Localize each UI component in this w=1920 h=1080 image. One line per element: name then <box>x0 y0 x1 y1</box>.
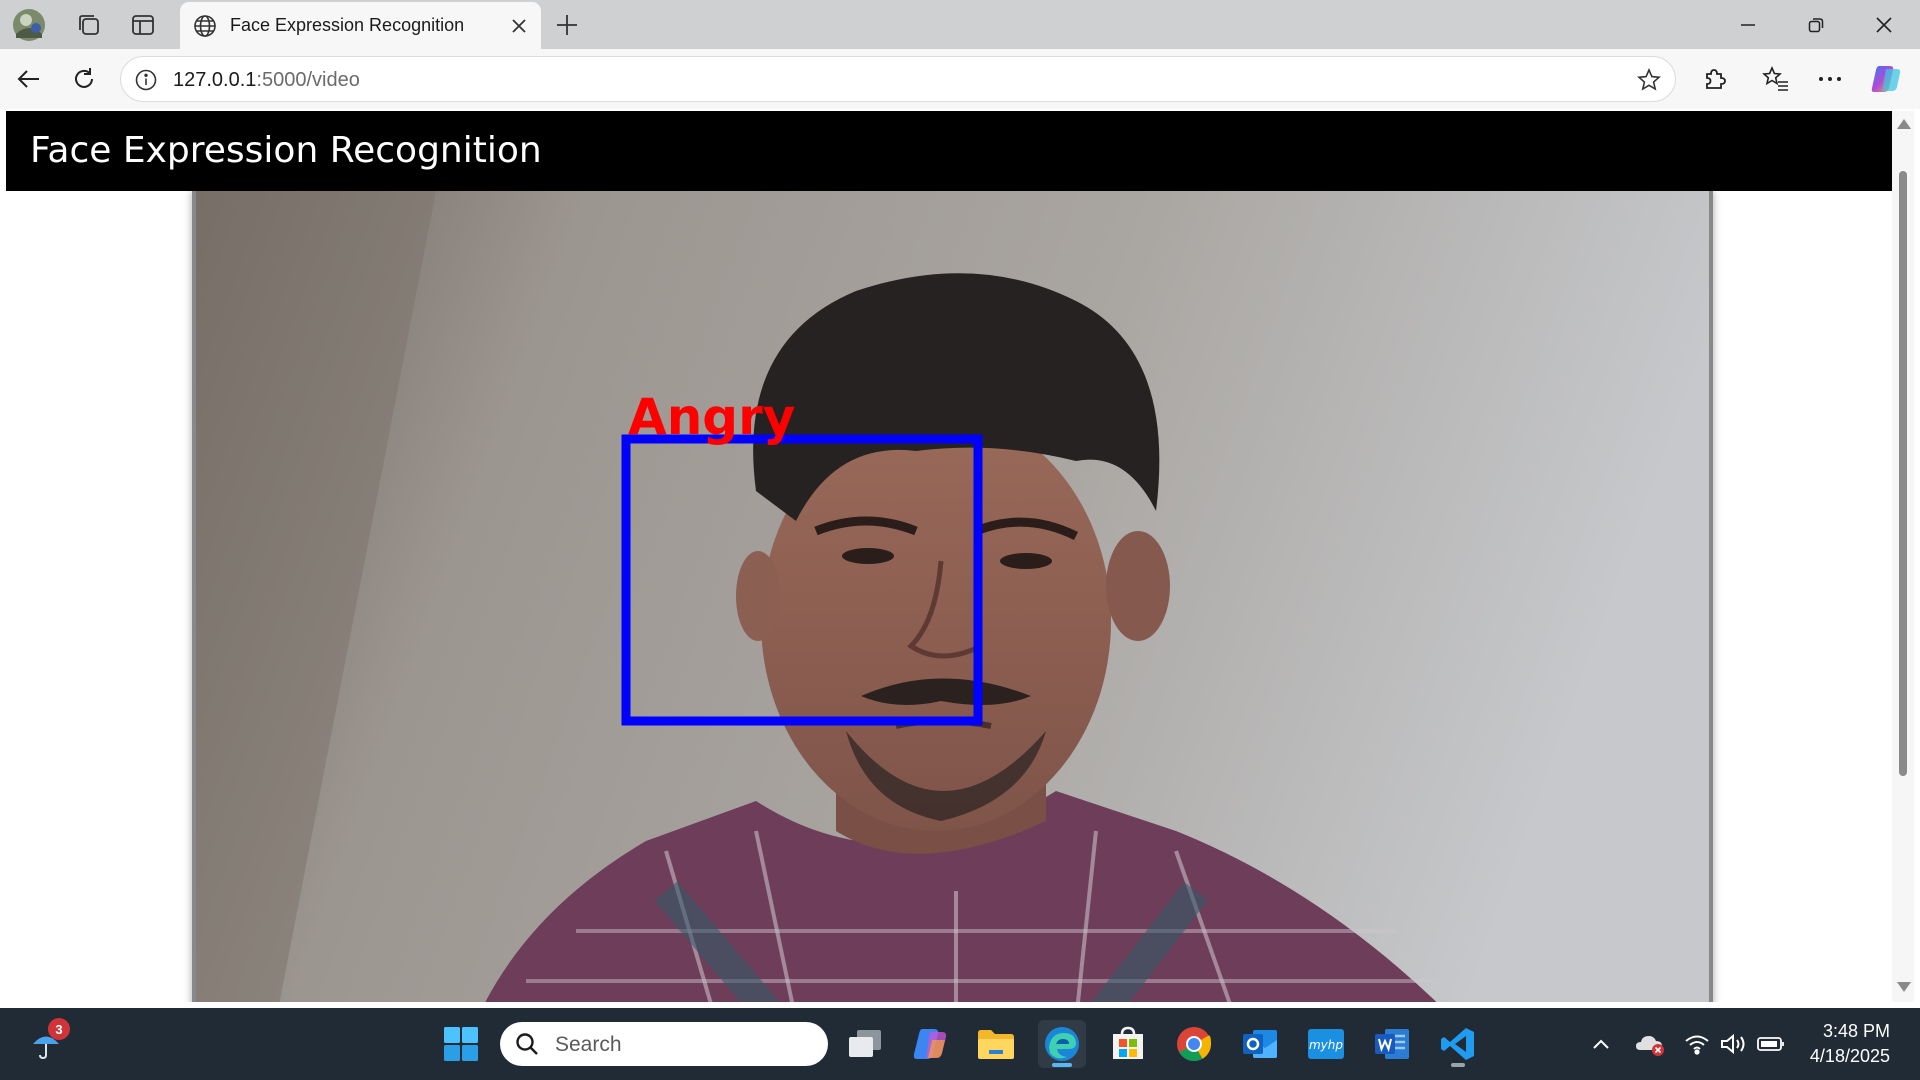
store-icon[interactable] <box>1104 1020 1152 1068</box>
info-icon[interactable] <box>133 67 159 93</box>
word-icon[interactable] <box>1368 1020 1416 1068</box>
globe-icon <box>192 13 218 39</box>
vscode-icon[interactable] <box>1434 1020 1482 1068</box>
search-placeholder: Search <box>555 1033 622 1056</box>
url-text: 127.0.0.1:5000/video <box>173 69 360 92</box>
workspaces-icon[interactable] <box>70 6 108 44</box>
taskbar-clock[interactable]: 3:48 PM 4/18/2025 <box>1795 1019 1890 1069</box>
extensions-icon[interactable] <box>1697 61 1733 97</box>
refresh-icon[interactable] <box>66 61 102 97</box>
onedrive-icon[interactable] <box>1632 1024 1668 1064</box>
tab-strip: Face Expression Recognition <box>0 0 1920 49</box>
tab-face-expression-recognition[interactable]: Face Expression Recognition <box>180 2 541 49</box>
close-tab-icon[interactable] <box>505 12 533 40</box>
url-path: :5000/video <box>256 69 360 91</box>
favorite-star-icon[interactable] <box>1635 66 1663 94</box>
copilot-icon[interactable] <box>1868 61 1904 97</box>
page-viewport: Face Expression Recognition Angry <box>6 111 1892 1002</box>
clock-date: 4/18/2025 <box>1809 1046 1890 1066</box>
wifi-icon[interactable] <box>1679 1024 1715 1064</box>
scroll-up-icon[interactable] <box>1897 119 1911 129</box>
minimize-icon[interactable] <box>1714 0 1782 49</box>
back-icon[interactable] <box>11 61 47 97</box>
navigation-toolbar: 127.0.0.1:5000/video <box>0 49 1920 109</box>
page-scrollbar[interactable] <box>1892 111 1914 1002</box>
search-icon <box>514 1031 540 1057</box>
video-stream: Angry <box>192 191 1713 1002</box>
address-bar[interactable]: 127.0.0.1:5000/video <box>120 56 1676 102</box>
scroll-thumb[interactable] <box>1899 171 1907 776</box>
restore-icon[interactable] <box>1782 0 1850 49</box>
myhp-icon[interactable]: myhp <box>1302 1020 1350 1068</box>
copilot-app-icon[interactable] <box>906 1020 954 1068</box>
clock-time: 3:48 PM <box>1822 1021 1890 1041</box>
page-header: Face Expression Recognition <box>6 111 1892 191</box>
outlook-icon[interactable] <box>1236 1020 1284 1068</box>
detection-label: Angry <box>628 388 795 446</box>
scroll-down-icon[interactable] <box>1897 982 1911 992</box>
edge-icon[interactable] <box>1038 1020 1086 1068</box>
battery-icon[interactable] <box>1753 1024 1789 1064</box>
favorites-icon[interactable] <box>1757 61 1793 97</box>
tab-title: Face Expression Recognition <box>230 15 465 35</box>
svg-text:myhp: myhp <box>1309 1038 1343 1052</box>
new-tab-icon[interactable] <box>548 6 586 44</box>
more-icon[interactable] <box>1812 61 1848 97</box>
close-window-icon[interactable] <box>1850 0 1918 49</box>
edge-active-indicator <box>1052 1063 1072 1067</box>
weather-badge: 3 <box>48 1018 70 1040</box>
task-view-icon[interactable] <box>841 1020 889 1068</box>
volume-icon[interactable] <box>1716 1024 1752 1064</box>
file-explorer-icon[interactable] <box>972 1020 1020 1068</box>
show-hidden-icons-icon[interactable] <box>1583 1024 1619 1064</box>
vscode-running-indicator <box>1451 1063 1465 1067</box>
profile-avatar-icon[interactable] <box>10 6 48 44</box>
chrome-icon[interactable] <box>1170 1020 1218 1068</box>
url-host: 127.0.0.1 <box>173 69 257 91</box>
start-icon[interactable] <box>437 1020 485 1068</box>
vertical-tabs-icon[interactable] <box>124 6 162 44</box>
taskbar-search[interactable]: Search <box>500 1022 828 1066</box>
page-title: Face Expression Recognition <box>30 130 542 171</box>
